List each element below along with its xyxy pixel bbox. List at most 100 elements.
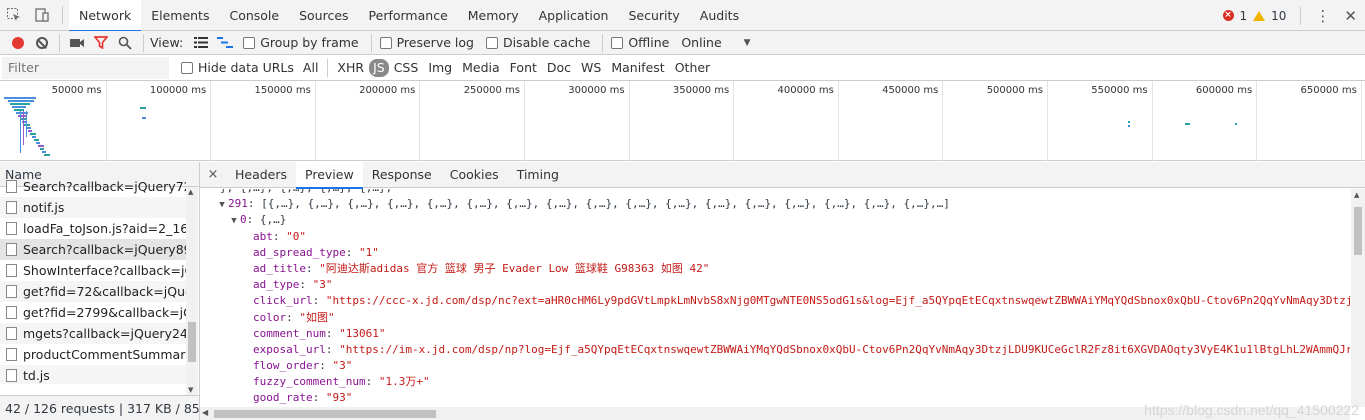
request-row[interactable]: notif.js	[0, 197, 186, 218]
checkbox[interactable]	[379, 36, 392, 49]
chevron-down-icon[interactable]: ▼	[744, 38, 751, 48]
request-row[interactable]: td.js	[0, 365, 186, 384]
request-row[interactable]: Search?callback=jQuery8928...	[0, 239, 186, 260]
json-summary: {,…}	[259, 213, 287, 227]
throttling-select[interactable]: Online	[681, 35, 721, 50]
request-bar	[1235, 123, 1237, 125]
timeline-gridline	[1151, 81, 1153, 161]
tab-memory[interactable]: Memory	[458, 0, 529, 31]
filter-type-doc[interactable]: Doc	[542, 59, 576, 77]
tab-performance[interactable]: Performance	[359, 0, 458, 31]
tab-console[interactable]: Console	[219, 0, 289, 31]
request-row[interactable]: productCommentSummaries...	[0, 344, 186, 365]
record-button[interactable]	[6, 31, 30, 55]
json-line[interactable]: exposal_url: "https://im-x.jd.com/dsp/np…	[200, 342, 1350, 358]
request-row[interactable]: get?fid=72&callback=jQuery...	[0, 281, 186, 302]
json-line[interactable]: ▼ 291: [{,…}, {,…}, {,…}, {,…}, {,…}, {,……	[200, 196, 1350, 212]
large-rows-button[interactable]	[189, 31, 213, 55]
device-toolbar-icon[interactable]	[28, 0, 56, 31]
hide-data-urls-label: Hide data URLs	[198, 60, 294, 75]
tab-cookies[interactable]: Cookies	[441, 162, 508, 188]
error-icon[interactable]: ×	[1222, 10, 1234, 21]
json-line[interactable]: click_url: "https://ccc-x.jd.com/dsp/nc?…	[200, 293, 1350, 309]
hide-data-urls-checkbox[interactable]: Hide data URLs	[181, 60, 294, 75]
tab-headers[interactable]: Headers	[226, 162, 296, 188]
tab-audits[interactable]: Audits	[690, 0, 749, 31]
request-list: Search?callback=jQuery7255... notif.js loa…	[0, 176, 186, 384]
json-line[interactable]: ad_title: "阿迪达斯adidas 官方 篮球 男子 Evader Lo…	[200, 261, 1350, 277]
more-menu-icon[interactable]: ⋮	[1315, 8, 1330, 23]
tab-security[interactable]: Security	[618, 0, 689, 31]
tab-application[interactable]: Application	[529, 0, 619, 31]
filter-type-img[interactable]: Img	[423, 59, 457, 77]
request-bar	[142, 117, 146, 119]
filter-type-css[interactable]: CSS	[389, 59, 424, 77]
timeline-tick-label: 400000 ms	[777, 85, 834, 96]
filter-type-xhr[interactable]: XHR	[332, 59, 369, 77]
inspect-element-icon[interactable]	[0, 0, 28, 31]
json-line[interactable]: comment_num: "13061"	[200, 326, 1350, 342]
json-line[interactable]: ▼ 0: {,…}	[200, 212, 1350, 228]
checkbox[interactable]	[243, 36, 256, 49]
request-row[interactable]: ShowInterface?callback=jQue...	[0, 260, 186, 281]
scrollbar-thumb[interactable]	[188, 322, 196, 362]
json-line[interactable]: }, {,…}, {,…}, {,…}, {,…},	[200, 189, 1350, 196]
overview-toggle-button[interactable]	[213, 31, 237, 55]
group-by-frame-checkbox[interactable]: Group by frame	[243, 35, 359, 50]
close-devtools-icon[interactable]: ✕	[1344, 7, 1357, 25]
request-row[interactable]: Search?callback=jQuery7255...	[0, 176, 186, 197]
request-bar	[1128, 121, 1130, 123]
json-line[interactable]: flow_order: "3"	[200, 358, 1350, 374]
network-overview-timeline[interactable]: 50000 ms 100000 ms 150000 ms 200000 ms 25000…	[0, 81, 1365, 161]
checkbox[interactable]	[485, 36, 498, 49]
preserve-log-checkbox[interactable]: Preserve log	[379, 35, 474, 50]
filter-type-all[interactable]: All	[298, 59, 324, 77]
scroll-up-icon[interactable]: ▲	[188, 188, 193, 196]
tab-timing[interactable]: Timing	[508, 162, 568, 188]
tab-network[interactable]: Network	[69, 0, 142, 32]
json-colon: :	[286, 310, 300, 324]
scrollbar-thumb[interactable]	[1354, 207, 1362, 255]
request-list-scrollbar[interactable]: ▲ ▼	[186, 187, 198, 395]
search-button[interactable]	[113, 31, 137, 55]
scroll-down-icon[interactable]: ▼	[188, 386, 193, 394]
warning-count[interactable]: 10	[1271, 9, 1286, 23]
error-count[interactable]: 1	[1240, 9, 1248, 23]
checkbox[interactable]	[181, 61, 193, 74]
json-line[interactable]: color: "如图"	[200, 310, 1350, 326]
preview-vertical-scrollbar[interactable]: ▲	[1351, 189, 1365, 407]
filter-type-manifest[interactable]: Manifest	[606, 59, 669, 77]
capture-screenshots-button[interactable]	[65, 31, 89, 55]
tab-sources[interactable]: Sources	[289, 0, 358, 31]
disable-cache-checkbox[interactable]: Disable cache	[485, 35, 590, 50]
warning-icon[interactable]	[1253, 10, 1266, 21]
tab-elements[interactable]: Elements	[141, 0, 219, 31]
request-bar	[10, 103, 30, 105]
filter-toggle-button[interactable]	[89, 31, 113, 55]
filter-type-js[interactable]: JS	[369, 58, 389, 77]
scrollbar-thumb[interactable]	[214, 410, 436, 418]
filter-type-media[interactable]: Media	[457, 59, 505, 77]
scroll-up-icon[interactable]: ▲	[1354, 191, 1359, 199]
request-bar	[38, 145, 44, 147]
request-row[interactable]: loadFa_toJson.js?aid=2_164_...	[0, 218, 186, 239]
request-row[interactable]: get?fid=2799&callback=jQue...	[0, 302, 186, 323]
json-colon: :	[345, 245, 359, 259]
offline-checkbox[interactable]: Offline	[611, 35, 669, 50]
json-line[interactable]: ad_spread_type: "1"	[200, 245, 1350, 261]
filter-type-ws[interactable]: WS	[576, 59, 606, 77]
checkbox[interactable]	[611, 36, 624, 49]
scroll-left-icon[interactable]: ◀	[202, 408, 208, 417]
filter-type-other[interactable]: Other	[670, 59, 716, 77]
tab-preview[interactable]: Preview	[296, 161, 363, 189]
filter-input[interactable]	[2, 56, 169, 79]
json-line[interactable]: ad_type: "3"	[200, 277, 1350, 293]
close-details-icon[interactable]: ×	[200, 167, 226, 182]
filter-type-font[interactable]: Font	[505, 59, 542, 77]
json-line[interactable]: fuzzy_comment_num: "1.3万+"	[200, 374, 1350, 390]
json-line[interactable]: abt: "0"	[200, 229, 1350, 245]
clear-button[interactable]	[30, 31, 54, 55]
request-row[interactable]: mgets?callback=jQuery24134...	[0, 323, 186, 344]
timeline-tick-label: 600000 ms	[1195, 85, 1253, 96]
tab-response[interactable]: Response	[363, 162, 441, 188]
